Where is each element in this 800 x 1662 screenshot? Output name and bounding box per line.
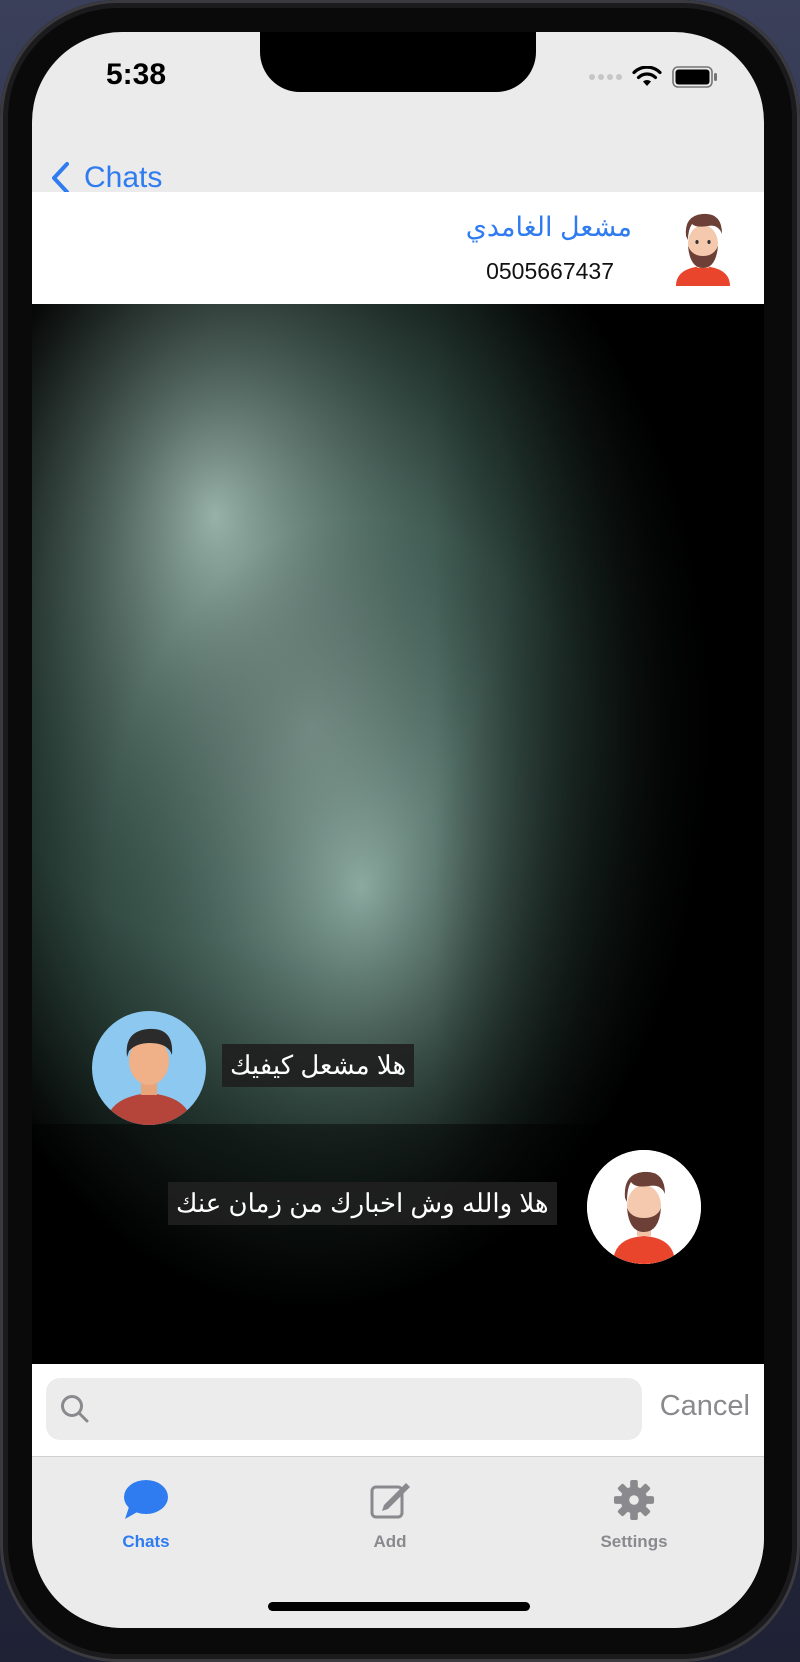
tab-add-label: Add xyxy=(373,1532,407,1551)
message-bubble-sent: هلا مشعل كيفيك xyxy=(222,1044,415,1087)
home-indicator[interactable] xyxy=(268,1602,530,1611)
status-indicators xyxy=(589,66,718,88)
phone-frame: 5:38 Chats مشعل الغامدي 0505667437 هلا م… xyxy=(0,0,800,1662)
tab-chats[interactable]: Chats xyxy=(76,1479,216,1552)
my-avatar xyxy=(92,1011,206,1125)
search-bar: Cancel xyxy=(32,1364,764,1456)
tab-bar: Chats Add Settings xyxy=(32,1456,764,1628)
back-button-label: Chats xyxy=(84,161,163,194)
compose-icon xyxy=(370,1483,410,1519)
message-bubble-received: هلا والله وش اخبارك من زمان عنك xyxy=(168,1182,557,1225)
status-time: 5:38 xyxy=(106,58,167,91)
chat-background: هلا مشعل كيفيك هلا والله وش اخبارك من زم… xyxy=(32,304,764,1364)
tab-add[interactable]: Add xyxy=(320,1479,460,1552)
cellular-signal-icon xyxy=(589,74,622,80)
wifi-icon xyxy=(632,66,662,86)
tab-settings-label: Settings xyxy=(600,1532,668,1551)
tab-settings[interactable]: Settings xyxy=(564,1479,704,1552)
back-button[interactable]: Chats xyxy=(50,161,162,195)
contact-message-avatar xyxy=(587,1150,701,1264)
battery-icon xyxy=(672,66,717,88)
notch xyxy=(260,32,536,92)
gear-icon xyxy=(613,1479,655,1521)
search-icon xyxy=(61,1395,89,1423)
tab-chats-label: Chats xyxy=(122,1532,170,1551)
chat-bubble-icon xyxy=(124,1480,168,1519)
chevron-left-icon xyxy=(52,162,69,194)
contact-name: مشعل الغامدي xyxy=(465,212,632,242)
screen: 5:38 Chats مشعل الغامدي 0505667437 هلا م… xyxy=(32,32,764,1628)
search-input[interactable] xyxy=(46,1378,642,1440)
contact-avatar xyxy=(676,213,730,286)
contact-header[interactable]: مشعل الغامدي 0505667437 xyxy=(32,192,764,304)
cancel-button[interactable]: Cancel xyxy=(660,1390,750,1423)
contact-phone: 0505667437 xyxy=(486,258,614,284)
